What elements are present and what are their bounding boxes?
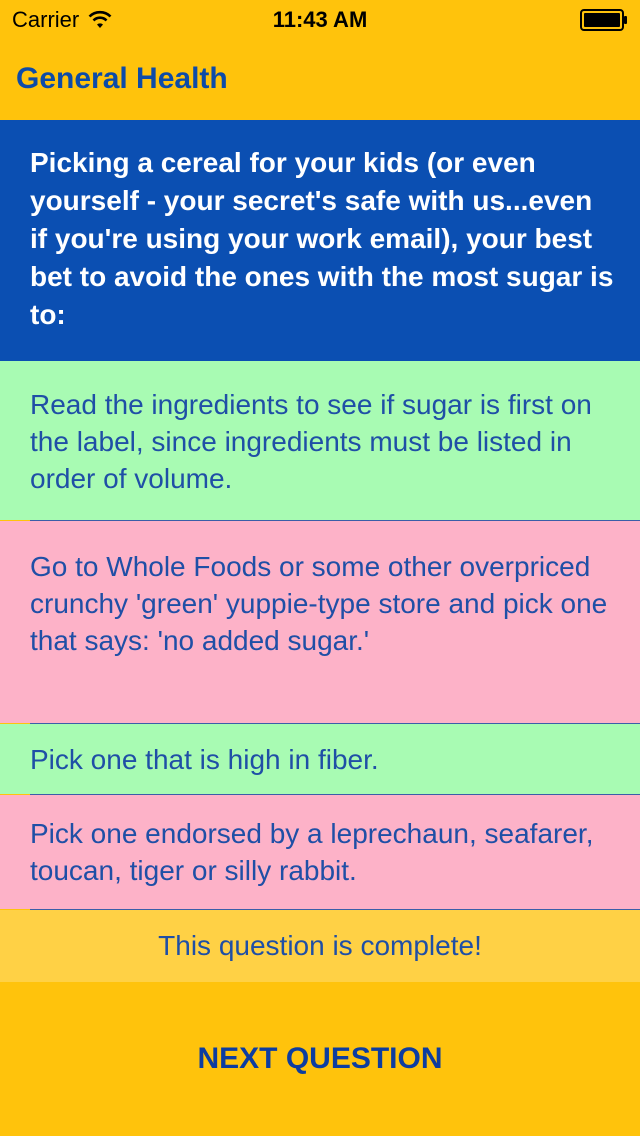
next-question-button[interactable]: NEXT QUESTION [0,982,640,1136]
answer-text: Pick one that is high in fiber. [30,744,379,775]
page-title: General Health [16,62,228,95]
status-bar: Carrier 11:43 AM [0,0,640,40]
question-panel: Picking a cereal for your kids (or even … [0,120,640,361]
answer-option-2[interactable]: Go to Whole Foods or some other overpric… [0,521,640,723]
answer-option-1[interactable]: Read the ingredients to see if sugar is … [0,361,640,520]
answer-option-3[interactable]: Pick one that is high in fiber. [0,724,640,794]
nav-bar: General Health [0,40,640,120]
clock: 11:43 AM [272,7,368,32]
completion-message: This question is complete! [0,910,640,982]
completion-text: This question is complete! [158,930,482,961]
answer-text: Pick one endorsed by a leprechaun, seafa… [30,818,594,886]
next-question-label: NEXT QUESTION [197,1042,443,1075]
answer-text: Go to Whole Foods or some other overpric… [30,551,608,656]
answer-text: Read the ingredients to see if sugar is … [30,389,592,494]
answer-option-4[interactable]: Pick one endorsed by a leprechaun, seafa… [0,795,640,909]
battery-icon [580,9,627,31]
question-text: Picking a cereal for your kids (or even … [30,147,614,330]
